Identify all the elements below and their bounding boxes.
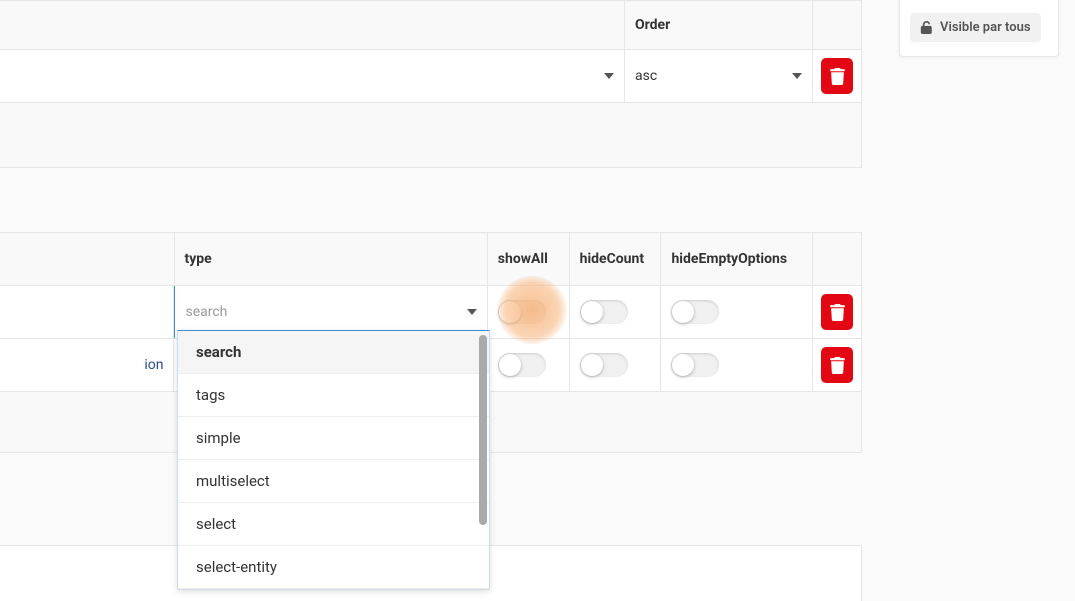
hideempty-toggle[interactable] <box>671 300 719 324</box>
caret-down-icon <box>467 309 477 315</box>
type-dropdown-panel: search tags simple multiselect select se… <box>177 330 490 590</box>
filters-header-left <box>0 233 175 285</box>
filters-header-trash-spacer <box>813 233 861 285</box>
filter-field-link[interactable]: ion <box>144 357 163 373</box>
filter-type-placeholder: search <box>185 304 227 320</box>
visibility-sidebar: Visible par tous <box>899 0 1059 57</box>
caret-down-icon <box>604 73 614 79</box>
filters-header-type: type <box>175 233 488 285</box>
order-header-empty <box>0 1 625 50</box>
filters-header-hidecount: hideCount <box>570 233 662 285</box>
order-direction-value: asc <box>635 68 657 84</box>
order-table: Order asc <box>0 0 862 168</box>
unlock-icon <box>920 21 933 34</box>
dropdown-option[interactable]: tags <box>178 374 489 417</box>
delete-order-button[interactable] <box>821 58 853 94</box>
trash-icon <box>830 357 845 374</box>
dropdown-option[interactable]: select <box>178 503 489 546</box>
dropdown-option[interactable]: simple <box>178 417 489 460</box>
filters-header-row: type showAll hideCount hideEmptyOptions <box>0 233 861 286</box>
trash-icon <box>830 68 845 85</box>
order-direction-select[interactable]: asc <box>625 50 813 102</box>
order-field-select[interactable] <box>0 50 625 102</box>
delete-filter-button[interactable] <box>821 347 853 383</box>
dropdown-option[interactable]: multiselect <box>178 460 489 503</box>
caret-down-icon <box>792 73 802 79</box>
order-header-row: Order <box>0 1 861 50</box>
showall-toggle[interactable] <box>498 353 546 377</box>
dropdown-option[interactable]: select-entity <box>178 546 489 589</box>
visibility-chip[interactable]: Visible par tous <box>910 13 1041 42</box>
visibility-label: Visible par tous <box>940 20 1031 35</box>
trash-icon <box>830 304 845 321</box>
dropdown-scrollbar[interactable] <box>479 335 487 525</box>
showall-toggle[interactable] <box>498 300 546 324</box>
order-data-row: asc <box>0 50 861 102</box>
filters-header-showall: showAll <box>488 233 570 285</box>
order-header-trash-spacer <box>813 1 861 50</box>
delete-filter-button[interactable] <box>821 294 853 330</box>
filter-field-cell <box>0 286 174 338</box>
order-table-footer <box>0 102 861 167</box>
dropdown-option[interactable]: search <box>178 331 489 374</box>
filter-field-cell: ion <box>0 339 174 391</box>
hidecount-toggle[interactable] <box>580 300 628 324</box>
hideempty-toggle[interactable] <box>671 353 719 377</box>
filters-header-hideempty: hideEmptyOptions <box>661 233 813 285</box>
hidecount-toggle[interactable] <box>580 353 628 377</box>
order-header-label: Order <box>625 1 813 50</box>
